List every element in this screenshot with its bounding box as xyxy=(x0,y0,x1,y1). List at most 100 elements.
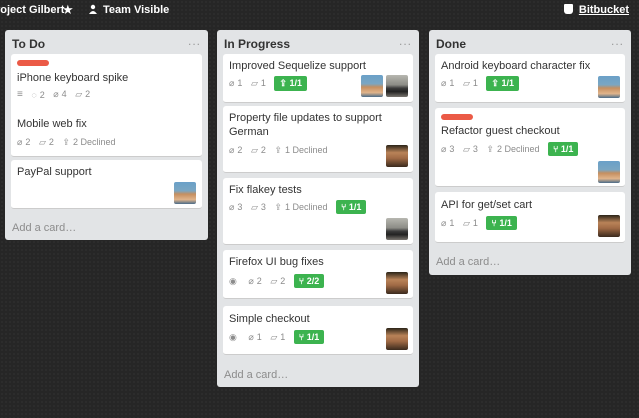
card-title: Improved Sequelize support xyxy=(229,60,366,72)
check-count: 2 xyxy=(280,275,286,286)
pr-status: 2 Declined xyxy=(72,137,116,148)
card-badges: ⌀ 1 ▱ 1 ⇪ 1/1 xyxy=(229,76,307,91)
attachment-count: 3 xyxy=(449,143,455,154)
branch-icon: ⑂ xyxy=(341,202,349,212)
card-title: PayPal support xyxy=(17,166,92,178)
pr-count: 1/1 xyxy=(501,78,514,88)
check-count: 1 xyxy=(260,78,266,88)
list-menu-icon[interactable]: ... xyxy=(188,34,201,48)
pull-request-badge[interactable]: ⇪ 1/1 xyxy=(486,76,519,91)
pr-status: 1 Declined xyxy=(284,145,328,156)
member-avatar[interactable] xyxy=(386,218,408,240)
attachment-count: 4 xyxy=(61,89,67,100)
card-refactor-guest-checkout[interactable]: Refactor guest checkout ⌀ 3 ▱ 3 ⇪ 2 Decline… xyxy=(435,108,625,187)
card-title: Fix flakey tests xyxy=(229,184,302,196)
card-fix-flakey-tests[interactable]: Fix flakey tests ⌀ 3 ▱ 3 ⇪ 1 Declined ⑂ 1/1 xyxy=(223,178,413,245)
list-title[interactable]: To Do xyxy=(12,37,45,51)
comment-icon: ◌ xyxy=(31,89,37,100)
bitbucket-icon xyxy=(563,4,573,14)
check-count: 2 xyxy=(85,89,91,100)
visibility-button[interactable]: Team Visible xyxy=(88,4,169,16)
card-badges: ⌀ 3 ▱ 3 ⇪ 1 Declined ⑂ 1/1 xyxy=(229,200,367,214)
member-avatar[interactable] xyxy=(598,215,620,237)
paperclip-icon: ⌀ xyxy=(17,137,23,148)
pull-request-badge[interactable]: ⇪ 1/1 xyxy=(274,76,307,91)
card-badges: ◉ ⌀ 2 ▱ 2 ⑂ 2/2 xyxy=(229,274,325,288)
branch-badge[interactable]: ⑂ 1/1 xyxy=(336,200,367,214)
card-title: Property file updates to support German xyxy=(229,112,382,138)
list-menu-icon[interactable]: ... xyxy=(611,34,624,48)
list-done: Done ... Android keyboard character fix … xyxy=(429,30,631,275)
pr-status: 2 Declined xyxy=(496,143,540,154)
list-title[interactable]: In Progress xyxy=(224,37,290,51)
bucket-icon: ▱ xyxy=(250,145,258,156)
card-improved-sequelize-support[interactable]: Improved Sequelize support ⌀ 1 ▱ 1 ⇪ 1/1 xyxy=(223,54,413,103)
paperclip-icon: ⌀ xyxy=(248,331,254,342)
card-badges: ◉ ⌀ 1 ▱ 1 ⑂ 1/1 xyxy=(229,330,325,344)
bucket-icon: ▱ xyxy=(75,89,83,100)
comment-count: 2 xyxy=(39,89,45,100)
paperclip-icon: ⌀ xyxy=(229,145,235,156)
card-paypal-support[interactable]: PayPal support xyxy=(11,160,202,209)
bucket-icon: ▱ xyxy=(270,331,278,342)
branch-badge[interactable]: ⑂ 1/1 xyxy=(486,216,517,230)
attachment-count: 1 xyxy=(237,78,243,88)
card-title: Firefox UI bug fixes xyxy=(229,256,324,268)
paperclip-icon: ⌀ xyxy=(441,143,447,154)
card-property-file-updates[interactable]: Property file updates to support German … xyxy=(223,106,413,173)
card-title: Simple checkout xyxy=(229,313,310,325)
member-avatar[interactable] xyxy=(174,182,196,204)
attachment-count: 1 xyxy=(449,78,455,88)
branch-count: 1/1 xyxy=(306,332,320,342)
card-title: Refactor guest checkout xyxy=(441,125,560,137)
red-label xyxy=(17,60,49,66)
list-menu-icon[interactable]: ... xyxy=(399,34,412,48)
branch-icon: ⑂ xyxy=(298,332,307,342)
member-avatar[interactable] xyxy=(386,75,408,97)
board-name[interactable]: roject Gilbert xyxy=(0,4,64,16)
card-api-get-set-cart[interactable]: API for get/set cart ⌀ 1 ▱ 1 ⑂ 1/1 xyxy=(435,192,625,243)
member-avatar[interactable] xyxy=(598,161,620,183)
card-badges: ⌀ 2 ▱ 2 ⇪ 1 Declined xyxy=(229,145,333,156)
list-title[interactable]: Done xyxy=(436,37,466,51)
add-card-link[interactable]: Add a card… xyxy=(12,222,76,234)
check-count: 2 xyxy=(260,145,266,156)
add-card-link[interactable]: Add a card… xyxy=(436,256,500,268)
star-icon[interactable]: ★ xyxy=(62,2,74,18)
card-title: iPhone keyboard spike xyxy=(17,72,129,84)
card-simple-checkout[interactable]: Simple checkout ◉ ⌀ 1 ▱ 1 ⑂ 1/1 xyxy=(223,306,413,355)
member-avatar[interactable] xyxy=(361,75,383,97)
add-card-link[interactable]: Add a card… xyxy=(224,369,288,381)
eye-icon: ◉ xyxy=(229,275,237,286)
pr-count: 1/1 xyxy=(289,78,302,88)
bitbucket-link[interactable]: Bitbucket xyxy=(563,4,629,16)
card-title: Mobile web fix xyxy=(17,118,87,130)
list-in-progress: In Progress ... Improved Sequelize suppo… xyxy=(217,30,419,387)
bucket-icon: ▱ xyxy=(462,217,470,228)
check-count: 3 xyxy=(260,201,266,212)
paperclip-icon: ⌀ xyxy=(53,89,59,100)
card-mobile-web-fix[interactable]: Mobile web fix ⌀ 2 ▱ 2 ⇪ 2 Declined xyxy=(11,112,202,157)
branch-badge[interactable]: ⑂ 2/2 xyxy=(293,274,325,288)
branch-badge[interactable]: ⑂ 1/1 xyxy=(293,330,325,344)
member-avatar[interactable] xyxy=(386,145,408,167)
attachment-count: 1 xyxy=(449,217,455,228)
member-avatar[interactable] xyxy=(386,272,408,294)
bucket-icon: ▱ xyxy=(250,201,258,212)
bucket-icon: ▱ xyxy=(270,275,278,286)
check-count: 1 xyxy=(280,331,286,342)
board-header: roject Gilbert ★ Team Visible Bitbucket xyxy=(0,0,639,22)
branch-icon: ⑂ xyxy=(553,144,561,154)
member-avatar[interactable] xyxy=(598,76,620,98)
card-firefox-ui-bug-fixes[interactable]: Firefox UI bug fixes ◉ ⌀ 2 ▱ 2 ⑂ 2/2 xyxy=(223,250,413,299)
card-badges: ⌀ 1 ▱ 1 ⇪ 1/1 xyxy=(441,76,519,91)
red-label xyxy=(441,114,473,120)
card-android-keyboard-fix[interactable]: Android keyboard character fix ⌀ 1 ▱ 1 ⇪ 1… xyxy=(435,54,625,103)
check-count: 1 xyxy=(472,217,478,228)
branch-count: 1/1 xyxy=(348,202,362,212)
check-count: 2 xyxy=(48,137,54,148)
branch-badge[interactable]: ⑂ 1/1 xyxy=(548,142,579,156)
member-avatar[interactable] xyxy=(386,328,408,350)
upload-icon: ⇪ xyxy=(274,201,282,212)
paperclip-icon: ⌀ xyxy=(441,78,447,88)
